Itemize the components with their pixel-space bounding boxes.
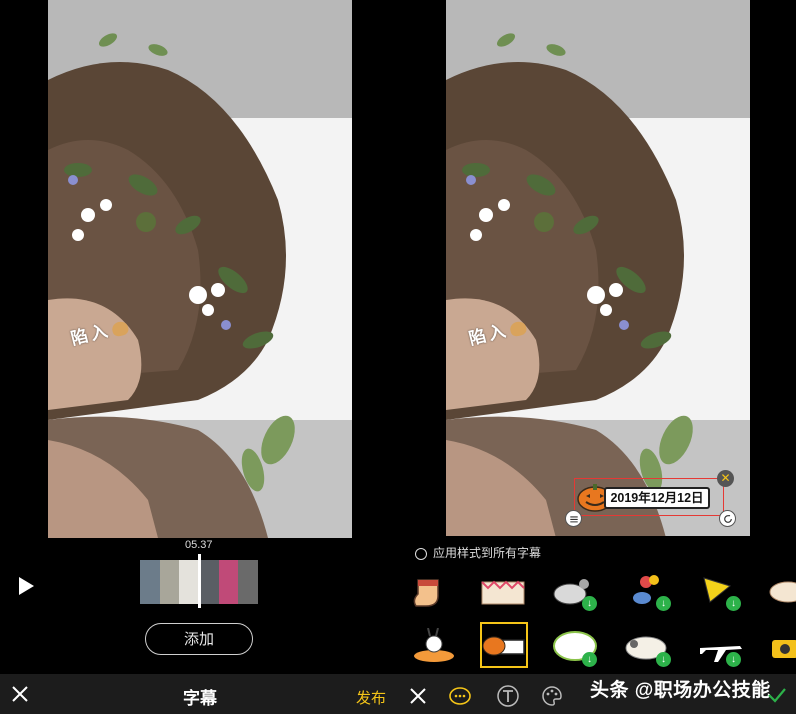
portrait-artwork <box>48 33 295 538</box>
close-icon[interactable] <box>406 684 430 708</box>
sticker-speech-bubble[interactable]: ↓ <box>550 628 600 668</box>
sticker-pumpkin-banner[interactable] <box>480 626 530 666</box>
sticker-sheep-cloud[interactable]: ↓ <box>622 628 672 668</box>
left-editor-panel: 陷入 05.37 添加 字幕 发布 <box>0 0 400 714</box>
download-icon: ↓ <box>726 596 741 611</box>
video-preview[interactable]: 陷入 <box>446 0 750 536</box>
bunting-sticker-icon <box>481 580 525 605</box>
check-icon[interactable] <box>766 684 788 706</box>
page-title: 字幕 <box>183 689 217 708</box>
portrait-artwork <box>446 33 693 536</box>
sticker-rabbit-carrot[interactable] <box>408 627 458 668</box>
sticker-airplane[interactable]: ↓ <box>696 628 746 668</box>
apply-all-radio[interactable] <box>415 547 427 560</box>
emoji-sticker-icon <box>110 319 130 338</box>
emoji-icon[interactable] <box>448 684 472 708</box>
timeline-thumb <box>199 560 219 604</box>
pumpkin-sticker-icon <box>482 636 525 656</box>
camera-sticker-icon <box>772 640 796 658</box>
cloud-sticker-icon <box>769 581 796 603</box>
timeline-thumb <box>238 560 259 604</box>
caption-date-text[interactable]: 2019年12月12日 <box>604 487 710 509</box>
timeline-thumb <box>218 560 239 604</box>
download-icon: ↓ <box>726 652 741 667</box>
download-icon: ↓ <box>656 596 671 611</box>
emoji-sticker-icon <box>508 319 528 338</box>
play-icon <box>19 577 34 595</box>
rotate-icon <box>723 514 732 523</box>
apply-style-all-option[interactable]: 应用样式到所有字幕 <box>415 544 541 561</box>
menu-icon <box>569 515 578 522</box>
video-preview[interactable]: 陷入 <box>48 0 352 538</box>
timeline-thumb <box>140 560 160 604</box>
sticker-balloon-bird[interactable]: ↓ <box>622 572 672 612</box>
timeline-time: 05.37 <box>185 539 213 551</box>
publish-button[interactable]: 发布 <box>356 687 386 708</box>
sticker-sock[interactable] <box>408 572 458 612</box>
timeline-thumb <box>179 560 200 604</box>
download-icon: ↓ <box>582 652 597 667</box>
sticker-cloud-partial[interactable] <box>766 572 796 612</box>
text-style-icon[interactable] <box>496 684 520 708</box>
caption-menu-handle[interactable] <box>565 510 582 527</box>
remove-caption-button[interactable]: ✕ <box>717 470 734 487</box>
download-icon: ↓ <box>582 596 597 611</box>
timeline-playhead[interactable] <box>198 554 201 608</box>
add-caption-button[interactable]: 添加 <box>145 623 253 655</box>
watermark-text: 头条 @职场办公技能 <box>590 680 771 701</box>
bottom-bar: 字幕 发布 <box>0 674 400 714</box>
rabbit-sticker-icon <box>414 627 454 662</box>
sticker-bunting[interactable] <box>478 572 528 612</box>
apply-all-label: 应用样式到所有字幕 <box>433 546 542 560</box>
sticker-kite[interactable]: ↓ <box>696 572 746 612</box>
download-icon: ↓ <box>656 652 671 667</box>
rotate-handle[interactable] <box>719 510 736 527</box>
palette-icon[interactable] <box>540 684 564 708</box>
sticker-camera-partial[interactable] <box>766 628 796 668</box>
timeline-thumb <box>159 560 180 604</box>
sock-sticker-icon <box>413 579 439 607</box>
play-button[interactable] <box>14 574 38 598</box>
sticker-mice[interactable]: ↓ <box>550 572 600 612</box>
